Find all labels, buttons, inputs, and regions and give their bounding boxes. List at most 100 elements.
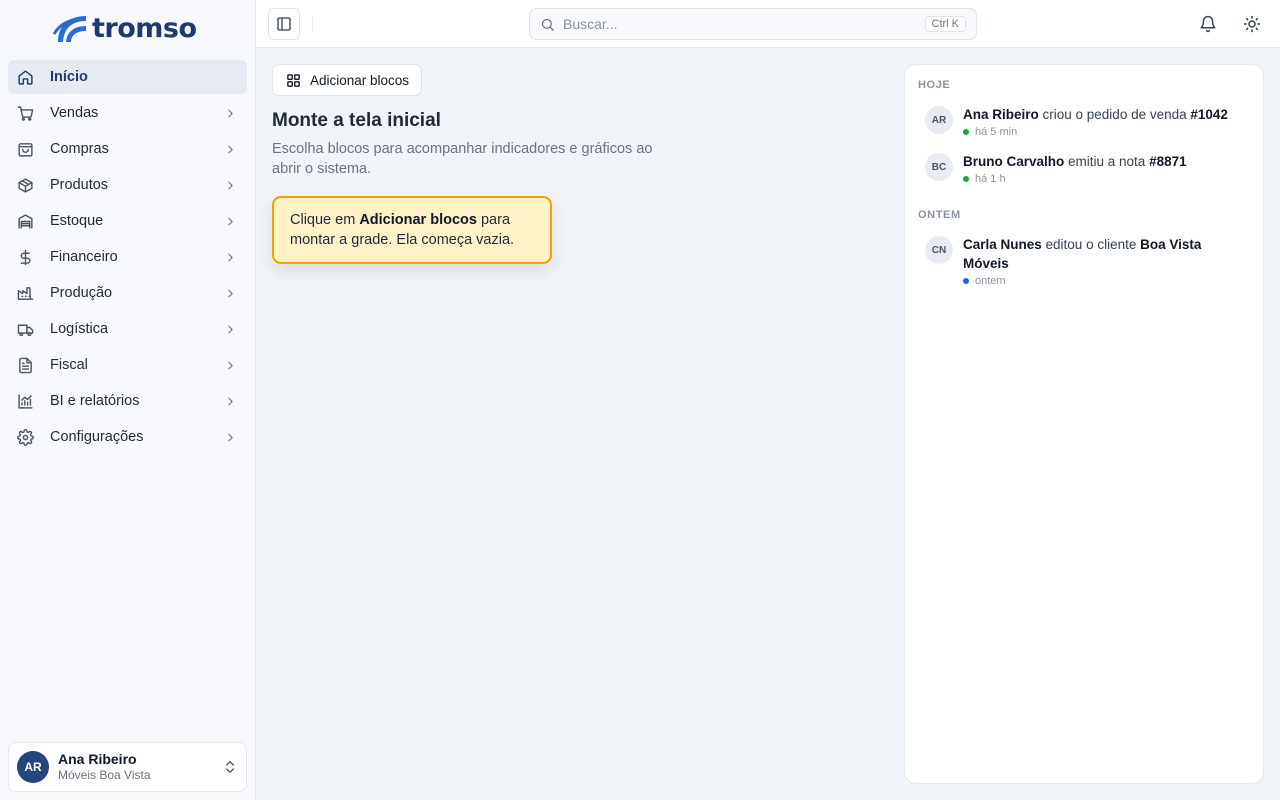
add-blocks-button[interactable]: Adicionar blocos bbox=[272, 64, 423, 96]
sidebar-toggle-button[interactable] bbox=[268, 8, 300, 40]
search-icon bbox=[540, 17, 555, 32]
sidebar-item-label: Produção bbox=[50, 285, 113, 301]
activity-group-label: ONTEM bbox=[918, 209, 961, 221]
activity-actor: Bruno Carvalho bbox=[963, 154, 1065, 169]
chevron-right-icon bbox=[223, 394, 237, 408]
activity-text: Carla Nunes editou o cliente Boa Vista M… bbox=[963, 235, 1233, 273]
theme-toggle-button[interactable] bbox=[1240, 12, 1264, 36]
activity-item[interactable]: BC Bruno Carvalho emitiu a nota #8871 há… bbox=[925, 152, 1245, 185]
warehouse-icon bbox=[16, 212, 34, 230]
user-info: Ana Ribeiro Móveis Boa Vista bbox=[58, 751, 222, 783]
avatar: AR bbox=[17, 751, 49, 783]
topbar: Ctrl K bbox=[256, 0, 1280, 48]
sidebar-item-label: Configurações bbox=[50, 429, 144, 445]
activity-item[interactable]: AR Ana Ribeiro criou o pedido de venda #… bbox=[925, 105, 1245, 138]
chart-icon bbox=[16, 392, 34, 410]
sidebar-item-label: Vendas bbox=[50, 105, 99, 121]
activity-actor: Carla Nunes bbox=[963, 237, 1042, 252]
tip-prefix: Clique em bbox=[290, 212, 360, 228]
tromso-logo-icon bbox=[52, 16, 86, 42]
activity-action: editou o cliente bbox=[1041, 237, 1141, 252]
sidebar-item-vendas[interactable]: Vendas bbox=[8, 96, 247, 130]
onboarding-tooltip: Clique em Adicionar blocos para montar a… bbox=[272, 196, 552, 264]
sidebar-item-label: Logística bbox=[50, 321, 109, 337]
bell-icon bbox=[1199, 15, 1217, 33]
sidebar-item-produtos[interactable]: Produtos bbox=[8, 168, 247, 202]
page-subtitle: Escolha blocos para acompanhar indicador… bbox=[272, 141, 653, 177]
chevron-right-icon bbox=[223, 214, 237, 228]
sidebar-nav: Início Vendas Compras Produtos Estoque F… bbox=[8, 60, 247, 456]
chevron-right-icon bbox=[223, 178, 237, 192]
chevron-right-icon bbox=[223, 358, 237, 372]
sidebar-item-label: BI e relatórios bbox=[50, 393, 140, 409]
sun-icon bbox=[1243, 15, 1261, 33]
chevron-right-icon bbox=[223, 250, 237, 264]
status-dot bbox=[963, 176, 969, 182]
activity-time-label: há 5 min bbox=[975, 126, 1018, 138]
add-blocks-label: Adicionar blocos bbox=[310, 72, 410, 88]
chevron-right-icon bbox=[223, 106, 237, 120]
activity-time: ontem bbox=[963, 275, 1233, 287]
chevron-right-icon bbox=[223, 286, 237, 300]
avatar: AR bbox=[925, 106, 953, 134]
search-shortcut: Ctrl K bbox=[924, 16, 966, 32]
sidebar-item-inicio[interactable]: Início bbox=[8, 60, 247, 94]
factory-icon bbox=[16, 284, 34, 302]
tip-bold: Adicionar blocos bbox=[359, 212, 477, 228]
activity-target: #1042 bbox=[1190, 107, 1228, 122]
sidebar-item-producao[interactable]: Produção bbox=[8, 276, 247, 310]
user-name: Ana Ribeiro bbox=[58, 751, 137, 767]
sidebar-item-label: Estoque bbox=[50, 213, 104, 229]
activity-action: emitiu a nota bbox=[1064, 154, 1150, 169]
chevrons-up-down-icon bbox=[222, 759, 238, 775]
sidebar-item-estoque[interactable]: Estoque bbox=[8, 204, 247, 238]
dollar-icon bbox=[16, 248, 34, 266]
home-icon bbox=[16, 68, 34, 86]
sidebar-item-configuracoes[interactable]: Configurações bbox=[8, 420, 247, 454]
sidebar-item-label: Início bbox=[50, 69, 88, 85]
chevron-right-icon bbox=[223, 142, 237, 156]
avatar: CN bbox=[925, 236, 953, 264]
notifications-button[interactable] bbox=[1196, 12, 1220, 36]
sidebar-item-compras[interactable]: Compras bbox=[8, 132, 247, 166]
document-icon bbox=[16, 356, 34, 374]
user-company: Móveis Boa Vista bbox=[58, 768, 151, 782]
topbar-divider bbox=[312, 16, 313, 32]
search-input[interactable] bbox=[563, 16, 925, 32]
sidebar: tromso Início Vendas Compras Produtos Es… bbox=[0, 0, 256, 800]
cart-icon bbox=[16, 104, 34, 122]
activity-panel: HOJE AR Ana Ribeiro criou o pedido de ve… bbox=[904, 64, 1264, 784]
status-dot bbox=[963, 278, 969, 284]
sidebar-item-label: Compras bbox=[50, 141, 109, 157]
status-dot bbox=[963, 129, 969, 135]
activity-item[interactable]: CN Carla Nunes editou o cliente Boa Vist… bbox=[925, 235, 1245, 287]
shopping-bag-icon bbox=[16, 140, 34, 158]
activity-action: criou o pedido de venda bbox=[1038, 107, 1191, 122]
activity-target: #8871 bbox=[1149, 154, 1187, 169]
sidebar-item-bi-relatorios[interactable]: BI e relatórios bbox=[8, 384, 247, 418]
brand-logo[interactable]: tromso bbox=[52, 11, 197, 45]
gear-icon bbox=[16, 428, 34, 446]
sidebar-item-logistica[interactable]: Logística bbox=[8, 312, 247, 346]
chevron-right-icon bbox=[223, 430, 237, 444]
box-icon bbox=[16, 176, 34, 194]
search-box[interactable]: Ctrl K bbox=[529, 8, 977, 40]
sidebar-item-label: Financeiro bbox=[50, 249, 118, 265]
activity-time-label: ontem bbox=[975, 275, 1006, 287]
brand-name: tromso bbox=[92, 12, 197, 44]
sidebar-item-fiscal[interactable]: Fiscal bbox=[8, 348, 247, 382]
sidebar-item-label: Produtos bbox=[50, 177, 109, 193]
sidebar-toggle-icon bbox=[276, 16, 292, 32]
activity-group-label: HOJE bbox=[918, 79, 951, 91]
activity-text: Ana Ribeiro criou o pedido de venda #104… bbox=[963, 105, 1228, 124]
user-menu[interactable]: AR Ana Ribeiro Móveis Boa Vista bbox=[8, 742, 247, 792]
activity-text: Bruno Carvalho emitiu a nota #8871 bbox=[963, 152, 1187, 171]
activity-time-label: há 1 h bbox=[975, 173, 1006, 185]
activity-actor: Ana Ribeiro bbox=[963, 107, 1039, 122]
avatar: BC bbox=[925, 153, 953, 181]
activity-time: há 1 h bbox=[963, 173, 1187, 185]
chevron-right-icon bbox=[223, 322, 237, 336]
sidebar-item-label: Fiscal bbox=[50, 357, 88, 373]
truck-icon bbox=[16, 320, 34, 338]
sidebar-item-financeiro[interactable]: Financeiro bbox=[8, 240, 247, 274]
